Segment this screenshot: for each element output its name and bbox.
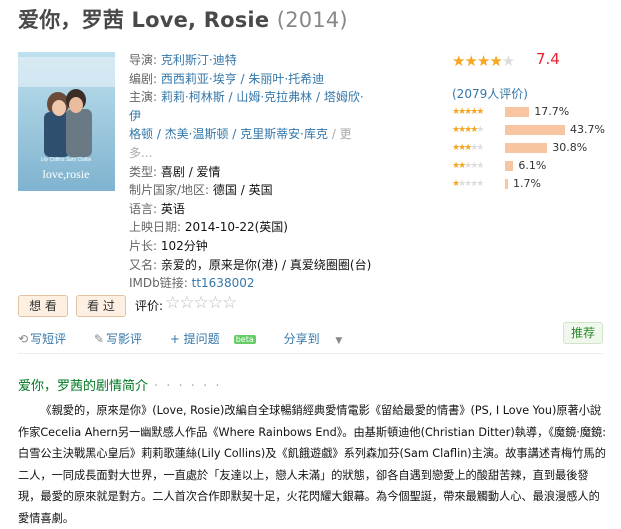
runtime-value: 102分钟 — [160, 238, 208, 253]
director-link[interactable]: 克利斯汀·迪特 — [161, 53, 237, 67]
director-label: 导演: — [129, 53, 158, 67]
rating-bar — [505, 143, 548, 153]
aka-value: 亲爱的，原来是你(港) / 真爱绕圈圈(台) — [160, 257, 372, 272]
poster-names: Lily Collins Sam Claflin — [41, 157, 92, 163]
writer-link[interactable]: 西西莉亚·埃亨 / 朱丽叶·托希迪 — [161, 72, 324, 86]
country-label: 制片国家/地区: — [129, 183, 210, 198]
rating-row-stars-icon: ★★★★★ — [452, 179, 484, 189]
writer-label: 编剧: — [129, 71, 158, 86]
want-to-watch-button[interactable]: 想 看 — [18, 295, 68, 317]
rating-row-stars-icon: ★★★★★ — [452, 125, 484, 135]
write-short-review-link[interactable]: ⟲ 写短评 — [18, 330, 78, 347]
imdb-link[interactable]: tt1638002 — [192, 276, 255, 290]
divider — [18, 353, 603, 354]
speech-icon: ⟲ — [18, 332, 29, 346]
rating-percent: 30.8% — [552, 141, 588, 154]
rating-votes-link[interactable]: (2079人评价) — [452, 87, 528, 101]
rating-stars-icon: ★★★★★ — [452, 52, 515, 70]
rating-percent: 6.1% — [518, 159, 547, 172]
synopsis-heading: 爱你，罗茜的剧情简介 · · · · · · — [18, 379, 222, 394]
rating-bar — [505, 107, 530, 117]
rating-row-stars-icon: ★★★★★ — [452, 107, 484, 117]
page-title: 爱你，罗茜 Love, Rosie (2014) — [18, 4, 348, 34]
release-date-label: 上映日期: — [129, 220, 182, 235]
action-bar: ⟲ 写短评 ✎ 写影评 + 提问题 beta 分享到 ▼ — [18, 330, 366, 347]
genre-value: 喜剧 / 爱情 — [160, 164, 221, 179]
movie-title: 爱你，罗茜 Love, Rosie — [18, 8, 270, 32]
movie-info: 导演: 克利斯汀·迪特 编剧: 西西莉亚·埃亨 / 朱丽叶·托希迪 主演: 莉莉… — [129, 51, 374, 293]
chevron-down-icon: ▼ — [335, 336, 343, 346]
rating-score: 7.4 — [536, 50, 560, 68]
beta-badge: beta — [233, 335, 256, 344]
cast-label: 主演: — [129, 90, 158, 105]
pencil-icon: ✎ — [93, 332, 104, 346]
movie-poster[interactable]: love,rosie Lily Collins Sam Claflin — [18, 52, 115, 191]
recommend-button[interactable]: 推荐 — [563, 322, 603, 344]
write-review-link[interactable]: ✎ 写影评 — [94, 330, 154, 347]
rating-bar — [505, 179, 508, 189]
rating-percent: 1.7% — [513, 177, 541, 190]
release-date-value: 2014-10-22(英国) — [184, 220, 288, 235]
cast-link-line1[interactable]: 莉莉·柯林斯 / 山姆·克拉弗林 / 塔姆欣·伊 — [129, 90, 364, 123]
ask-question-link[interactable]: + 提问题 beta — [170, 330, 268, 347]
rate-label: 评价: — [135, 299, 164, 313]
movie-year: (2014) — [276, 8, 348, 32]
genre-label: 类型: — [129, 164, 158, 179]
language-value: 英语 — [160, 201, 185, 216]
rating-row-stars-icon: ★★★★★ — [452, 161, 484, 171]
rating-row-stars-icon: ★★★★★ — [452, 143, 484, 153]
share-to-link[interactable]: 分享到 ▼ — [284, 330, 355, 347]
country-value: 德国 / 英国 — [212, 183, 273, 198]
rating-bar — [505, 125, 565, 135]
imdb-label: IMDb链接: — [129, 276, 188, 291]
synopsis-text: 《親愛的，原來是你》(Love, Rosie)改編自全球暢銷經典愛情電影《留給最… — [18, 404, 606, 525]
aka-label: 又名: — [129, 257, 158, 272]
have-watched-button[interactable]: 看 过 — [76, 295, 126, 317]
runtime-label: 片长: — [129, 238, 158, 253]
cast-link-line2[interactable]: 格顿 / 杰美·温斯顿 / 克里斯蒂安·库克 — [129, 127, 328, 141]
rating-percent: 17.7% — [534, 105, 570, 118]
rating-percent: 43.7% — [570, 123, 605, 136]
rating-bar — [505, 161, 514, 171]
language-label: 语言: — [129, 201, 158, 216]
poster-logo: love,rosie — [43, 167, 90, 181]
rate-stars-input[interactable]: ☆☆☆☆☆ — [165, 293, 237, 313]
